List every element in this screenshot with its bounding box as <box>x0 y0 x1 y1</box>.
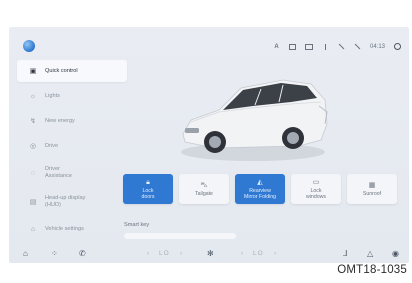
sidebar-item-quick-control[interactable]: ▣ Quick control <box>17 60 127 82</box>
clock: 04:13 <box>369 43 385 50</box>
vehicle-image <box>181 79 328 161</box>
sidebar-item-hud[interactable]: ▤ Head-up display (HUD) <box>17 189 127 215</box>
lock-windows-label: Lock windows <box>306 187 326 200</box>
no-call-icon <box>354 44 361 50</box>
fan-icon[interactable]: ✻ <box>207 249 214 258</box>
apps-icon[interactable]: ⁘ <box>51 249 58 258</box>
drive-icon: ◎ <box>29 143 37 150</box>
sidebar: ▣ Quick control ☼ Lights ↯ New energy ◎ … <box>17 60 127 243</box>
warning-icon[interactable]: △ <box>367 249 373 258</box>
smart-key-label: Smart key <box>124 222 150 228</box>
a-icon: A <box>274 43 279 50</box>
status-bar: A 04:13 <box>273 43 401 50</box>
sunroof-label: Sunroof <box>362 190 382 197</box>
settings-icon[interactable] <box>394 43 401 50</box>
battery-icon <box>304 43 313 50</box>
sidebar-item-label: Driver Assistance <box>45 166 73 179</box>
sidebar-item-label: Quick control <box>45 68 78 74</box>
right-temperature: LO <box>253 249 264 257</box>
sunroof-icon: ▦ <box>368 181 376 189</box>
screen-icon <box>288 43 296 50</box>
tailgate-label: Tailgate <box>195 190 213 197</box>
infotainment-screen: A 04:13 ▣ Quick control ☼ Lights ↯ New e… <box>9 27 409 263</box>
sidebar-item-label: Lights <box>45 93 60 99</box>
sidebar-item-drive[interactable]: ◎ Drive <box>17 135 127 157</box>
mirror-folding-label: Rearview Mirror Folding <box>244 187 276 200</box>
quick-control-buttons: 🔒︎ Lock doors ⛍ Tailgate ◭ Rearview Mirr… <box>123 174 397 204</box>
energy-icon: ↯ <box>30 118 36 125</box>
sidebar-item-label: Vehicle settings <box>45 226 84 232</box>
bottom-dock: ⌂ ⁘ ✆ ‹ LO › ✻ ‹ LO › ⅃ △ ◉ <box>9 243 409 263</box>
light-icon: ☼ <box>29 92 37 100</box>
brand-logo <box>23 40 35 52</box>
lock-windows-button[interactable]: ▭ Lock windows <box>291 174 341 204</box>
sidebar-item-lights[interactable]: ☼ Lights <box>17 85 127 107</box>
mirror-folding-button[interactable]: ◭ Rearview Mirror Folding <box>235 174 285 204</box>
left-temperature: LO <box>159 249 170 257</box>
wifi-off-icon <box>338 44 345 50</box>
seat-icon[interactable]: ⅃ <box>343 249 347 258</box>
sidebar-item-driver-assistance[interactable]: ◌ Driver Assistance <box>17 160 127 186</box>
window-icon: ▭ <box>312 178 320 186</box>
right-temp-increase[interactable]: › <box>274 250 277 257</box>
lock-doors-button[interactable]: 🔒︎ Lock doors <box>123 174 173 204</box>
signal-icon <box>322 44 329 50</box>
sidebar-item-label: New energy <box>45 118 75 124</box>
left-temp-decrease[interactable]: ‹ <box>147 250 150 257</box>
lock-doors-label: Lock doors <box>141 187 155 200</box>
car-icon: ▣ <box>29 68 37 75</box>
lock-icon: 🔒︎ <box>146 178 150 186</box>
right-temp-decrease[interactable]: ‹ <box>241 250 244 257</box>
home-icon[interactable]: ⌂ <box>23 249 28 258</box>
sidebar-item-new-energy[interactable]: ↯ New energy <box>17 110 127 132</box>
power-icon[interactable]: ◉ <box>392 249 399 258</box>
figure-code: OMT18-1035 <box>337 264 407 276</box>
smart-key-slot[interactable] <box>124 233 236 239</box>
assist-icon: ◌ <box>30 169 36 177</box>
hud-icon: ▤ <box>29 198 37 206</box>
phone-icon[interactable]: ✆ <box>79 249 86 258</box>
vehicle-icon: ⌂ <box>30 225 36 233</box>
sidebar-item-vehicle-settings[interactable]: ⌂ Vehicle settings <box>17 218 127 240</box>
tailgate-icon: ⛍ <box>200 181 208 189</box>
left-temp-increase[interactable]: › <box>180 250 183 257</box>
tailgate-button[interactable]: ⛍ Tailgate <box>179 174 229 204</box>
sidebar-item-label: Drive <box>45 143 59 149</box>
sunroof-button[interactable]: ▦ Sunroof <box>347 174 397 204</box>
sidebar-item-label: Head-up display (HUD) <box>45 195 86 208</box>
mirror-icon: ◭ <box>257 178 263 186</box>
